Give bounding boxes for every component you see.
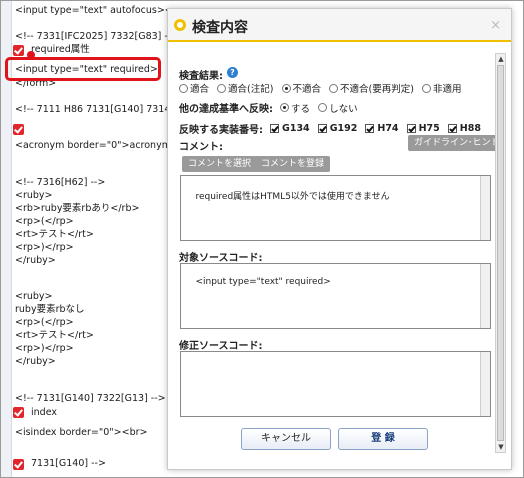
impl-number-row: 反映する実装番号: G134 G192 H74 H75 H88 [179,121,486,136]
register-button[interactable]: 登 録 [338,428,428,450]
issue-marker-icon[interactable] [13,45,24,56]
radio-conform[interactable]: 適合 [179,81,209,95]
code-line: <input type="text" autofocus><br> [15,5,167,16]
fix-code-label: 修正ソースコード: [179,341,263,352]
other-criteria-row: 他の達成基準へ反映: する しない [179,100,363,115]
highlight-box [5,57,161,81]
code-line: <rb>ruby要素rbあり</rb> [15,203,140,214]
checkbox-g192[interactable]: G192 [317,123,357,134]
close-icon[interactable]: × [490,18,501,33]
code-line: </ruby> [15,356,56,367]
radio-nonconform[interactable]: 不適合 [281,81,321,95]
radio-reflect-no[interactable]: しない [318,101,358,115]
textarea-scrollbar[interactable] [480,352,490,416]
code-line: <ruby> [15,291,53,302]
code-line: <rp>(</rp> [15,317,74,328]
radio-selected-icon [280,103,290,112]
cancel-button[interactable]: キャンセル [241,428,331,450]
radio-icon [318,103,328,112]
checkbox-checked-icon [447,124,457,133]
radio-icon [217,83,227,93]
code-line: <ruby> [15,190,53,201]
highlight-dot [27,51,35,59]
source-code-label: 対象ソースコード: [179,253,263,264]
source-code-textarea[interactable]: <input type="text" required> [180,263,491,329]
source-code-pane[interactable]: <input type="text" autofocus><br> <!-- 7… [1,1,167,477]
code-line: <isindex border="0"><br> [15,427,148,438]
fix-code-textarea[interactable] [180,351,491,417]
dialog-header: 検査内容 × [168,9,511,42]
circle-icon [174,19,186,31]
impl-number-label: 反映する実装番号: [179,125,263,136]
scroll-up-icon[interactable]: ▲ [497,55,505,63]
radio-conform-note[interactable]: 適合(注記) [217,81,273,95]
code-line: <rp>)</rp> [15,242,74,253]
code-line: 7131[G140] --> [31,458,106,469]
radio-icon [329,83,339,93]
comment-label: コメント: [179,142,223,153]
code-line: <rt>テスト</rt> [15,229,94,240]
guideline-hint-button[interactable]: ガイドライン･ヒント [408,135,506,151]
register-comment-button[interactable]: コメントを登録 [255,156,331,172]
checkbox-h88[interactable]: H88 [447,123,481,134]
scroll-down-icon[interactable]: ▼ [497,443,505,451]
dialog-title: 検査内容 [192,20,248,36]
select-comment-button[interactable]: コメントを選択 [182,156,258,172]
code-line: <!-- 7111 H86 7131[G140] 7314[IF [15,104,167,115]
code-line: <acronym border="0">acronym要 [15,140,167,151]
textarea-scrollbar[interactable] [480,176,490,240]
checkbox-checked-icon [317,124,327,133]
radio-icon [422,83,431,93]
scrollbar-thumb[interactable] [497,65,504,441]
code-line: ruby要素rbなし [15,304,85,315]
result-radio-group: 適合 適合(注記) 不適合 不適合(要再判定) 非適用 [179,81,467,96]
comment-textarea[interactable]: required属性はHTML5以外では使用できません [180,175,491,241]
code-line: </ruby> [15,255,56,266]
checkbox-h74[interactable]: H74 [365,123,399,134]
textarea-scrollbar[interactable] [480,264,490,328]
issue-marker-icon[interactable] [13,407,24,418]
code-line: <!-- 7331[IFC2025] 7332[G83] --> [15,31,167,42]
issue-marker-icon[interactable] [13,459,24,470]
checkbox-g134[interactable]: G134 [270,123,310,134]
radio-icon [179,83,188,93]
code-line: <rt>テスト</rt> [15,330,94,341]
dialog-scrollbar[interactable]: ▲ ▼ [495,53,506,453]
checkbox-checked-icon [365,124,375,133]
inspection-dialog: 検査内容 × 検査結果: ? 適合 適合(注記) 不適合 不適合(要再判定) 非… [167,8,512,470]
issue-marker-icon[interactable] [13,124,24,135]
checkbox-h75[interactable]: H75 [406,123,440,134]
code-line: <rp>(</rp> [15,216,74,227]
help-icon[interactable]: ? [227,67,238,78]
result-label: 検査結果: [179,71,223,82]
code-line: <!-- 7316[H62] --> [15,177,106,188]
radio-not-applicable[interactable]: 非適用 [422,81,462,95]
radio-selected-icon [281,83,291,93]
code-line: required属性 [31,44,90,55]
code-line: index [31,407,57,418]
checkbox-checked-icon [406,124,416,133]
code-line: <rp>)</rp> [15,343,74,354]
radio-reflect-yes[interactable]: する [280,101,310,115]
checkbox-checked-icon [270,124,280,133]
radio-nonconform-recheck[interactable]: 不適合(要再判定) [329,81,414,95]
code-line: <!-- 7131[G140] 7322[G13] --> [15,393,166,404]
other-criteria-label: 他の達成基準へ反映: [179,104,273,115]
